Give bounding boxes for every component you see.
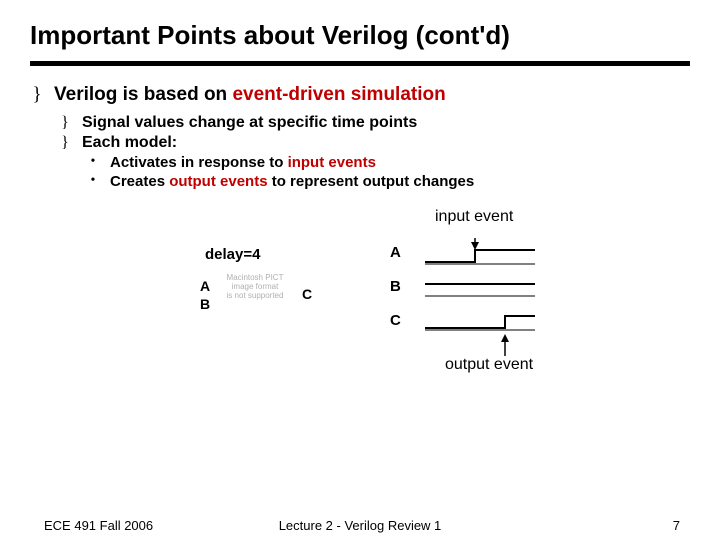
bullet-glyph: • — [86, 173, 100, 189]
bullet-glyph: • — [86, 154, 100, 170]
bullet-l2-text: Each model: — [82, 134, 177, 152]
text-emphasis: input events — [288, 154, 376, 171]
input-event-label: input event — [435, 208, 513, 226]
bullet-l1-text: Verilog is based on event-driven simulat… — [54, 84, 446, 106]
bullet-l1: } Verilog is based on event-driven simul… — [30, 84, 690, 106]
bullet-l3: • Activates in response to input events — [86, 154, 690, 171]
wave-label-a: A — [390, 244, 401, 261]
text-emphasis: output events — [169, 173, 267, 190]
placeholder-line: image format — [232, 282, 279, 291]
title-rule — [30, 61, 690, 66]
bullet-l3-text: Activates in response to input events — [110, 154, 376, 171]
text-plain: to represent output changes — [268, 173, 475, 190]
missing-image-placeholder: Macintosh PICT image format is not suppo… — [214, 274, 296, 300]
diagram: delay=4 A B C Macintosh PICT image forma… — [180, 208, 610, 378]
bullet-glyph: } — [30, 84, 44, 106]
bullet-glyph: } — [58, 114, 72, 132]
gate-output-c: C — [302, 286, 312, 302]
gate-input-a: A — [200, 278, 210, 294]
waveform-c — [425, 316, 535, 328]
text-emphasis: event-driven simulation — [232, 84, 445, 105]
text-plain: Creates — [110, 173, 169, 190]
slide-title: Important Points about Verilog (cont'd) — [30, 20, 690, 51]
bullet-l2-text: Signal values change at specific time po… — [82, 114, 417, 132]
waveform-svg — [415, 238, 585, 368]
waveform-a — [425, 250, 535, 262]
wave-label-b: B — [390, 278, 401, 295]
bullet-l2: } Signal values change at specific time … — [58, 114, 690, 132]
footer-center: Lecture 2 - Verilog Review 1 — [0, 518, 720, 533]
slide: Important Points about Verilog (cont'd) … — [0, 0, 720, 540]
bullet-l3-text: Creates output events to represent outpu… — [110, 173, 474, 190]
gate-input-b: B — [200, 296, 210, 312]
footer-page-number: 7 — [673, 518, 680, 533]
bullet-glyph: } — [58, 134, 72, 152]
delay-label: delay=4 — [205, 246, 260, 263]
bullet-l2: } Each model: — [58, 134, 690, 152]
placeholder-line: is not supported — [227, 291, 284, 300]
arrow-head-icon — [471, 242, 479, 250]
text-plain: Activates in response to — [110, 154, 288, 171]
arrow-head-icon — [501, 334, 509, 342]
bullet-l3: • Creates output events to represent out… — [86, 173, 690, 190]
text-plain: Verilog is based on — [54, 84, 232, 105]
wave-label-c: C — [390, 312, 401, 329]
placeholder-line: Macintosh PICT — [227, 273, 284, 282]
